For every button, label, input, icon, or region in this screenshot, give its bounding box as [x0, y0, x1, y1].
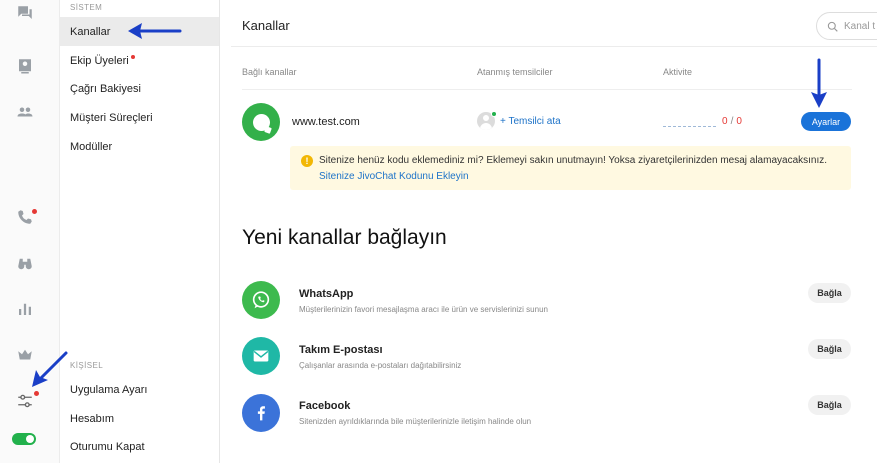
annotation-arrow-sliders-icon	[32, 351, 68, 387]
contacts-card-icon[interactable]	[14, 55, 36, 77]
divider	[242, 89, 852, 90]
team-email-name: Takım E-postası	[299, 344, 383, 356]
col-header-channels: Bağlı kanallar	[242, 67, 297, 77]
settings-menu: SİSTEM Kanallar Ekip Üyeleri Çağrı Bakiy…	[60, 0, 220, 463]
channel-settings-button[interactable]: Ayarlar	[801, 112, 851, 131]
menu-item-team-members[interactable]: Ekip Üyeleri	[60, 46, 219, 75]
menu-item-modules[interactable]: Modüller	[60, 132, 219, 161]
facebook-name: Facebook	[299, 400, 351, 412]
menu-item-logout[interactable]: Oturumu Kapat	[60, 432, 219, 461]
online-status-dot	[491, 111, 497, 117]
whatsapp-icon	[242, 281, 280, 319]
menu-item-customer-processes[interactable]: Müşteri Süreçleri	[60, 103, 219, 132]
reports-chart-icon[interactable]	[14, 298, 36, 320]
facebook-icon	[242, 394, 280, 432]
settings-sliders-icon[interactable]	[14, 390, 36, 412]
search-icon	[827, 21, 838, 32]
annotation-arrow-channels-icon	[128, 23, 182, 39]
menu-item-app-settings[interactable]: Uygulama Ayarı	[60, 375, 219, 404]
install-code-warning: ! Sitenize henüz kodu eklemediniz mi? Ek…	[290, 146, 851, 190]
col-header-activity: Aktivite	[663, 67, 693, 77]
warning-text: Sitenize henüz kodu eklemediniz mi? Ekle…	[319, 155, 828, 166]
online-status-toggle[interactable]	[12, 433, 36, 445]
connect-email-button[interactable]: Bağla	[808, 339, 851, 359]
system-section-label: SİSTEM	[70, 3, 103, 12]
jivochat-logo-icon	[242, 103, 280, 141]
activity-bar	[663, 126, 716, 127]
whatsapp-name: WhatsApp	[299, 288, 354, 300]
connect-facebook-button[interactable]: Bağla	[808, 395, 851, 415]
chats-icon[interactable]	[14, 2, 36, 24]
connect-whatsapp-button[interactable]: Bağla	[808, 283, 851, 303]
menu-item-my-account[interactable]: Hesabım	[60, 404, 219, 433]
personal-section-label: KİŞİSEL	[70, 361, 104, 370]
assign-agent-link[interactable]: + Temsilci ata	[500, 116, 561, 127]
search-input[interactable]: Kanal t	[816, 12, 877, 40]
channel-name: www.test.com	[292, 116, 360, 128]
add-code-link[interactable]: Sitenize JivoChat Kodunu Ekleyin	[319, 171, 469, 182]
team-icon[interactable]	[14, 101, 36, 123]
settings-notification-dot	[34, 391, 39, 396]
page-title: Kanallar	[242, 18, 290, 33]
phone-notification-dot	[32, 209, 37, 214]
facebook-description: Sitenizden ayrıldıklarında bile müşteril…	[299, 417, 532, 426]
whatsapp-description: Müşterilerinizin favori mesajlaşma aracı…	[299, 305, 548, 314]
new-channels-title: Yeni kanallar bağlayın	[242, 226, 447, 249]
warning-icon: !	[301, 155, 313, 167]
menu-item-call-balance[interactable]: Çağrı Bakiyesi	[60, 74, 219, 103]
activity-count: 0/0	[722, 116, 742, 127]
annotation-arrow-settings-icon	[811, 58, 827, 108]
binoculars-icon[interactable]	[14, 253, 36, 275]
icon-rail	[0, 0, 60, 463]
top-bar	[231, 0, 877, 47]
envelope-icon	[242, 337, 280, 375]
col-header-agents: Atanmış temsilciler	[477, 67, 553, 77]
team-notification-dot	[130, 54, 135, 59]
team-email-description: Çalışanlar arasında e-postaları dağıtabi…	[299, 361, 462, 370]
main-content: Kanallar Kanal t Bağlı kanallar Atanmış …	[221, 0, 877, 463]
